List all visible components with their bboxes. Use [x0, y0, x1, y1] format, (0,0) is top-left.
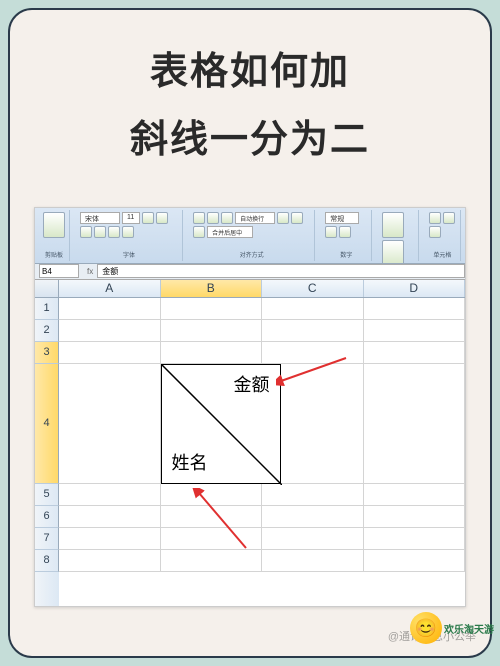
col-header-c[interactable]: C: [262, 280, 364, 297]
row-header-4[interactable]: 4: [35, 364, 59, 484]
arrow-annotation-top: [276, 353, 356, 413]
col-header-b[interactable]: B: [161, 280, 263, 297]
merge-button[interactable]: 合并后居中: [207, 226, 253, 238]
align-center-icon[interactable]: [291, 212, 303, 224]
paste-icon[interactable]: [43, 212, 65, 238]
formula-bar: B4 fx 金额: [35, 264, 465, 280]
select-all-corner[interactable]: [35, 280, 59, 297]
arrow-annotation-bottom: [191, 488, 271, 558]
row-header-3[interactable]: 3: [35, 342, 59, 364]
align-mid-icon[interactable]: [207, 212, 219, 224]
ribbon: 剪贴板 宋体 11 字体: [35, 208, 465, 264]
cells-area[interactable]: 金额 姓名: [59, 298, 465, 606]
row-header-8[interactable]: 8: [35, 550, 59, 572]
bold-icon[interactable]: [142, 212, 154, 224]
row-header-1[interactable]: 1: [35, 298, 59, 320]
cond-format-icon[interactable]: [382, 212, 404, 238]
wrap-text-button[interactable]: 自动换行: [235, 212, 275, 224]
title-line-2: 斜线一分为二: [30, 106, 470, 174]
col-header-d[interactable]: D: [364, 280, 466, 297]
align-left-icon[interactable]: [277, 212, 289, 224]
insert-icon[interactable]: [429, 212, 441, 224]
diagonal-split-cell: 金额 姓名: [161, 364, 281, 484]
number-format-select[interactable]: 常规: [325, 212, 359, 224]
ribbon-group-align: 自动换行 合并后居中 对齐方式: [189, 210, 315, 261]
card-frame: 表格如何加 斜线一分为二 剪贴板 宋体 11: [8, 8, 492, 658]
delete-icon[interactable]: [443, 212, 455, 224]
underline-icon[interactable]: [80, 226, 92, 238]
ribbon-group-font: 宋体 11 字体: [76, 210, 183, 261]
logo-text: 欢乐淘天游: [444, 621, 494, 636]
row-header-5[interactable]: 5: [35, 484, 59, 506]
name-box[interactable]: B4: [39, 264, 79, 278]
logo-face-icon: 😊: [410, 612, 442, 644]
currency-icon[interactable]: [325, 226, 337, 238]
row-headers: 1 2 3 4 5 6 7 8: [35, 298, 59, 606]
title-area: 表格如何加 斜线一分为二: [10, 10, 490, 195]
excel-screenshot: 剪贴板 宋体 11 字体: [34, 207, 466, 607]
ribbon-group-styles: 样式: [378, 210, 418, 261]
align-top-icon[interactable]: [193, 212, 205, 224]
diag-bottom-label: 姓名: [172, 449, 208, 475]
table-style-icon[interactable]: [382, 240, 404, 264]
logo-badge: 😊 欢乐淘天游: [410, 612, 494, 644]
font-name-select[interactable]: 宋体: [80, 212, 120, 224]
diag-top-label: 金额: [234, 371, 270, 397]
font-color-icon[interactable]: [122, 226, 134, 238]
format-icon[interactable]: [429, 226, 441, 238]
italic-icon[interactable]: [156, 212, 168, 224]
row-header-2[interactable]: 2: [35, 320, 59, 342]
row-header-7[interactable]: 7: [35, 528, 59, 550]
col-headers: A B C D: [35, 280, 465, 298]
ribbon-group-clipboard: 剪贴板: [39, 210, 70, 261]
row-header-6[interactable]: 6: [35, 506, 59, 528]
spreadsheet-grid: A B C D 1 2 3 4 5 6 7 8: [35, 280, 465, 606]
formula-input[interactable]: 金额: [97, 264, 465, 278]
percent-icon[interactable]: [339, 226, 351, 238]
ribbon-group-number: 常规 数字: [321, 210, 372, 261]
ribbon-group-cells: 单元格: [425, 210, 461, 261]
fill-color-icon[interactable]: [108, 226, 120, 238]
align-bot-icon[interactable]: [221, 212, 233, 224]
align-right-icon[interactable]: [193, 226, 205, 238]
title-line-1: 表格如何加: [30, 38, 470, 106]
font-size-select[interactable]: 11: [122, 212, 140, 224]
fx-icon[interactable]: fx: [87, 267, 93, 276]
border-icon[interactable]: [94, 226, 106, 238]
col-header-a[interactable]: A: [59, 280, 161, 297]
